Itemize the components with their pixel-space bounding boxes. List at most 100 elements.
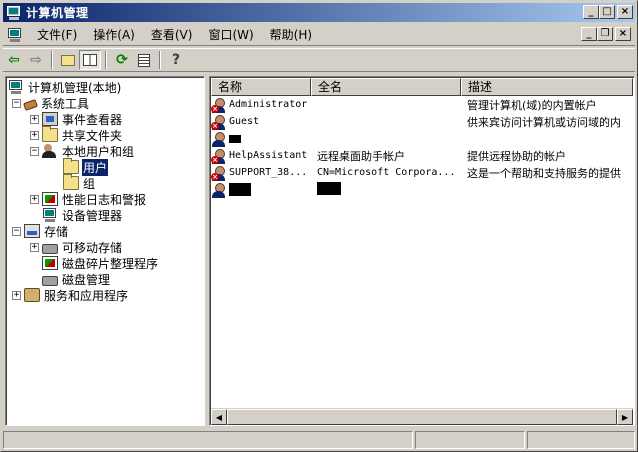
help-button[interactable]: ? (165, 50, 187, 70)
export-list-button[interactable] (133, 50, 155, 70)
maximize-button[interactable]: □ (599, 5, 615, 19)
user-icon (211, 182, 227, 198)
refresh-button[interactable]: ⟳ (111, 50, 133, 70)
tree-label: 性能日志和警报 (62, 192, 147, 207)
collapse-icon[interactable]: − (12, 98, 21, 108)
folder-icon (63, 158, 79, 174)
expand-icon[interactable]: + (30, 114, 39, 124)
tree-label: 用户 (80, 157, 110, 177)
window-title: 计算机管理 (26, 6, 89, 20)
tree-item-removable-storage[interactable]: + 可移动存储 (30, 239, 123, 255)
scroll-thumb[interactable] (227, 409, 617, 425)
menu-file[interactable]: 文件(F) (29, 26, 85, 44)
console-tree[interactable]: 计算机管理(本地) − 系统工具 + 事件查看器 + 共享文件夹 − 本地用户和… (5, 76, 205, 426)
tree-label: 设备管理器 (62, 208, 123, 223)
column-header-fullname[interactable]: 全名 (311, 78, 461, 96)
list-item[interactable]: × SUPPORT_38... CN=Microsoft Corpora... 这… (211, 164, 634, 181)
storage-icon (24, 224, 40, 238)
user-fullname: 远程桌面助手帐户 (317, 149, 405, 163)
tree-label: 磁盘管理 (62, 272, 111, 287)
user-name: Guest (229, 116, 260, 127)
tree-label: 共享文件夹 (62, 128, 123, 143)
tree-label: 本地用户和组 (62, 144, 135, 159)
tree-item-device-manager[interactable]: 设备管理器 (42, 207, 123, 223)
status-segment (415, 431, 525, 449)
tree-item-local-users-groups[interactable]: − 本地用户和组 (30, 143, 135, 159)
back-button[interactable]: ⇦ (3, 50, 25, 70)
user-name: SUPPORT_38... (229, 167, 308, 178)
toolbar-separator (105, 51, 107, 69)
horizontal-scrollbar[interactable]: ◀ ▶ (211, 408, 633, 425)
list-item[interactable]: × Guest 供来宾访问计算机或访问域的内 (211, 113, 634, 130)
tree-item-disk-management[interactable]: 磁盘管理 (42, 271, 111, 287)
tree-item-event-viewer[interactable]: + 事件查看器 (30, 111, 123, 127)
show-hide-tree-button[interactable] (79, 50, 101, 70)
menu-action[interactable]: 操作(A) (85, 26, 143, 44)
toolbar-separator (159, 51, 161, 69)
user-fullname: CN=Microsoft Corpora... (317, 167, 456, 178)
tree-item-root[interactable]: 计算机管理(本地) (8, 79, 122, 95)
child-restore-button[interactable]: ❐ (597, 27, 613, 41)
title-bar: 计算机管理 _ □ × (3, 3, 635, 22)
event-viewer-icon (42, 112, 58, 126)
status-segment (527, 431, 635, 449)
folder-icon (63, 174, 79, 190)
close-button[interactable]: × (617, 5, 633, 19)
child-minimize-button[interactable]: _ (581, 27, 597, 41)
tree-item-users[interactable]: 用户 (63, 157, 110, 177)
forward-button[interactable]: ⇨ (25, 50, 47, 70)
redacted-name (229, 183, 251, 196)
status-segment (3, 431, 413, 449)
computer-icon (8, 80, 24, 94)
user-icon (211, 131, 227, 147)
disk-management-icon (42, 276, 58, 286)
menu-view[interactable]: 查看(V) (143, 26, 201, 44)
expand-icon[interactable]: + (12, 290, 21, 300)
scroll-right-button[interactable]: ▶ (617, 409, 633, 425)
tree-label: 计算机管理(本地) (28, 80, 122, 95)
tree-label: 存储 (44, 224, 69, 239)
collapse-icon[interactable]: − (12, 226, 21, 236)
child-close-button[interactable]: × (615, 27, 631, 41)
tree-item-storage[interactable]: − 存储 (12, 223, 69, 239)
tree-item-performance-logs[interactable]: + 性能日志和警报 (30, 191, 147, 207)
list-item[interactable]: × HelpAssistant 远程桌面助手帐户 提供远程协助的帐户 (211, 147, 634, 164)
list-item[interactable] (211, 181, 634, 198)
disabled-user-icon: × (211, 97, 227, 113)
system-menu-icon[interactable] (7, 27, 23, 43)
computer-management-window: 计算机管理 _ □ × 文件(F) 操作(A) 查看(V) 窗口(W) 帮助(H… (0, 0, 638, 452)
users-list[interactable]: 名称 全名 描述 × Administrator 管理计算机(域)的内置帐户 × G… (209, 76, 635, 426)
menu-window[interactable]: 窗口(W) (200, 26, 261, 44)
expand-icon[interactable]: + (30, 194, 39, 204)
user-description: 供来宾访问计算机或访问域的内 (467, 115, 621, 129)
tree-item-groups[interactable]: 组 (63, 174, 96, 191)
user-description: 这是一个帮助和支持服务的提供 (467, 166, 621, 180)
tree-item-services-applications[interactable]: + 服务和应用程序 (12, 287, 129, 303)
computer-management-icon (6, 5, 22, 20)
expand-icon[interactable]: + (30, 242, 39, 252)
disabled-user-icon: × (211, 114, 227, 130)
menu-help[interactable]: 帮助(H) (262, 26, 320, 44)
scroll-left-button[interactable]: ◀ (211, 409, 227, 425)
column-header-description[interactable]: 描述 (461, 78, 633, 96)
tree-item-shared-folders[interactable]: + 共享文件夹 (30, 126, 123, 143)
device-manager-icon (42, 208, 58, 222)
collapse-icon[interactable]: − (30, 146, 39, 156)
disabled-user-icon: × (211, 148, 227, 164)
back-arrow-icon: ⇦ (8, 52, 20, 68)
defragmenter-icon (42, 256, 58, 270)
services-icon (24, 288, 40, 302)
users-groups-icon (42, 144, 58, 158)
tree-item-system-tools[interactable]: − 系统工具 (12, 95, 90, 111)
column-header-name[interactable]: 名称 (211, 78, 311, 96)
minimize-button[interactable]: _ (583, 5, 599, 19)
list-item[interactable]: × Administrator 管理计算机(域)的内置帐户 (211, 96, 634, 113)
export-list-icon (138, 53, 150, 67)
user-description: 管理计算机(域)的内置帐户 (467, 98, 597, 112)
list-item[interactable] (211, 130, 634, 147)
status-bar (3, 431, 635, 449)
toolbar: ⇦ ⇨ ⟳ ? (3, 48, 635, 72)
expand-icon[interactable]: + (30, 130, 39, 140)
up-one-level-button[interactable] (57, 50, 79, 70)
tree-item-disk-defragmenter[interactable]: 磁盘碎片整理程序 (42, 255, 159, 271)
